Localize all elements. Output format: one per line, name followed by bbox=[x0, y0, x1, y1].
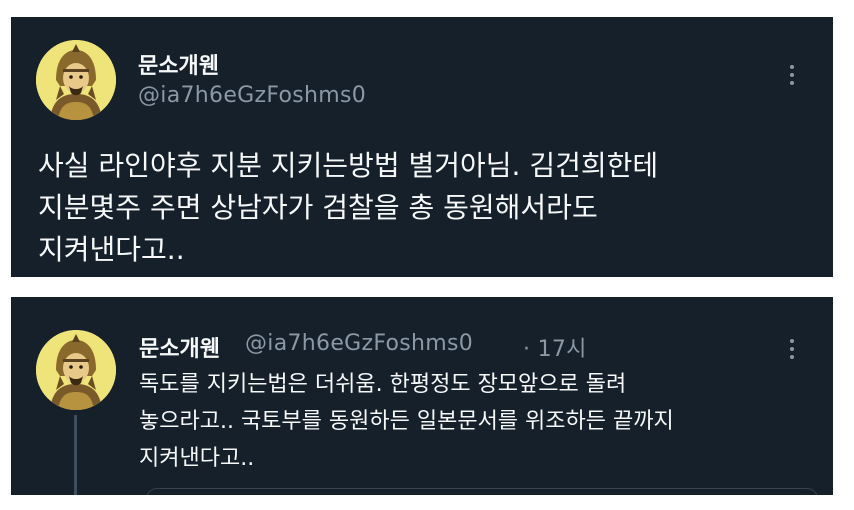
display-name[interactable]: 문소개웬 bbox=[138, 48, 219, 80]
user-handle[interactable]: @ia7h6eGzFoshms0 bbox=[245, 331, 473, 356]
tweet-timestamp[interactable]: · 17시 bbox=[523, 331, 587, 363]
tweet-card-main[interactable]: 문소개웬 @ia7h6eGzFoshms0 사실 라인야후 지분 지키는방법 별… bbox=[11, 17, 833, 277]
tweet-card-reply[interactable]: 문소개웬 @ia7h6eGzFoshms0 · 17시 독도를 지키는법은 더쉬… bbox=[11, 297, 833, 495]
thread-connector-line bbox=[74, 415, 77, 495]
tweet-text: 독도를 지키는법은 더쉬움. 한평정도 장모앞으로 돌려 놓으라고.. 국토부를… bbox=[139, 372, 674, 471]
avatar[interactable] bbox=[36, 40, 116, 120]
more-vertical-icon[interactable] bbox=[787, 334, 797, 364]
user-handle[interactable]: @ia7h6eGzFoshms0 bbox=[138, 83, 366, 108]
more-vertical-icon[interactable] bbox=[787, 60, 797, 90]
display-name[interactable]: 문소개웬 bbox=[139, 331, 220, 363]
tweet-text: 사실 라인야후 지분 지키는방법 별거아님. 김건희한테 지분몇주 주면 상남자… bbox=[38, 149, 659, 266]
warrior-portrait-icon bbox=[36, 40, 116, 120]
quoted-tweet-edge[interactable] bbox=[146, 488, 818, 495]
warrior-portrait-icon bbox=[36, 330, 116, 410]
avatar[interactable] bbox=[36, 330, 116, 410]
